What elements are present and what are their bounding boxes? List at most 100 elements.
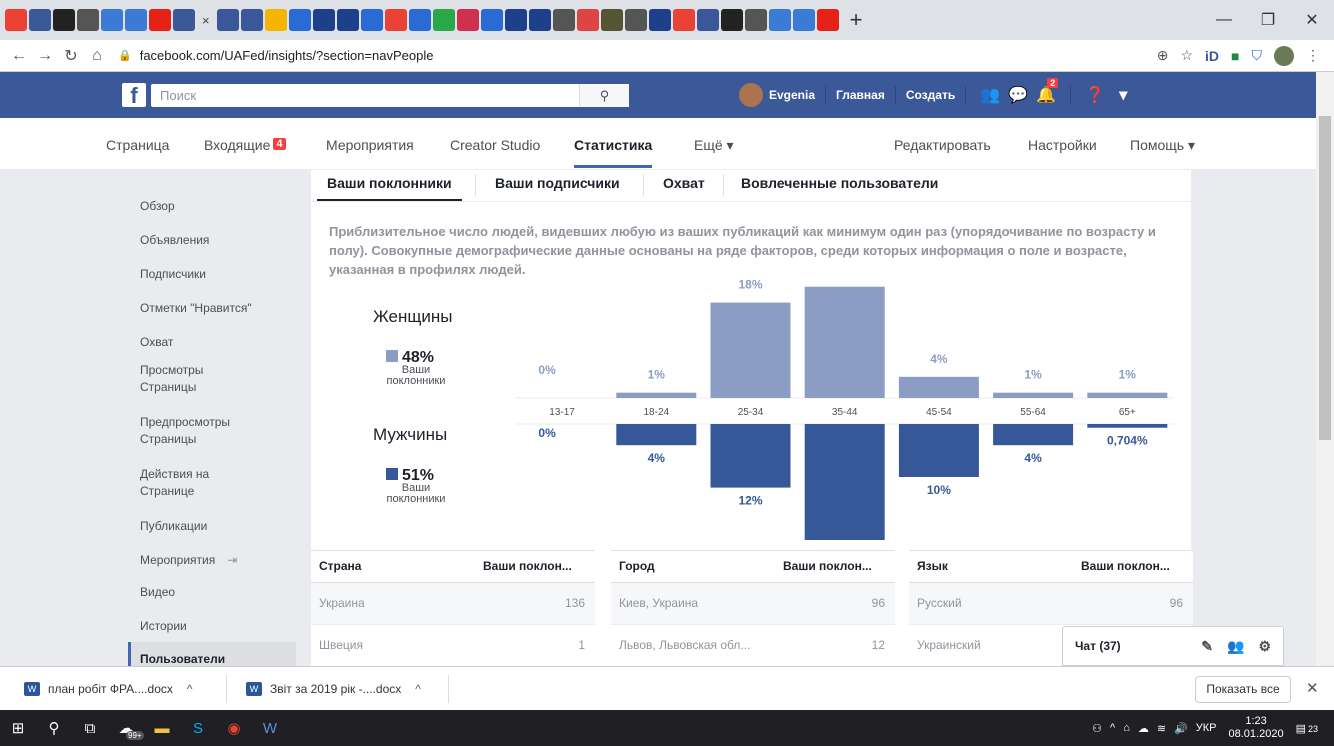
- site-icon[interactable]: [29, 9, 51, 31]
- tab-engaged-users[interactable]: Вовлеченные пользователи: [741, 175, 938, 191]
- pinned-tab-icon[interactable]: [624, 9, 647, 31]
- create-link[interactable]: Создать: [906, 88, 955, 102]
- task-view-icon[interactable]: ⧉: [72, 720, 108, 737]
- sidebar-item-followers[interactable]: Подписчики: [140, 266, 206, 283]
- site-icon[interactable]: [101, 9, 123, 31]
- nav-creator-studio[interactable]: Creator Studio: [450, 137, 540, 153]
- back-icon[interactable]: ←: [6, 47, 32, 65]
- table-header[interactable]: Город: [611, 550, 775, 583]
- sidebar-item-likes[interactable]: Отметки "Нравится": [140, 300, 252, 317]
- sidebar-item-ads[interactable]: Объявления: [140, 232, 209, 249]
- pinned-tab-icon[interactable]: [528, 9, 551, 31]
- minimize-icon[interactable]: —: [1202, 0, 1246, 40]
- windows-start-icon[interactable]: ⊞: [0, 719, 36, 737]
- chat-bar[interactable]: Чат (37) ✎ 👥 ⚙: [1062, 626, 1284, 666]
- notifications-icon[interactable]: 🔔 2: [1032, 78, 1060, 105]
- nav-edit[interactable]: Редактировать: [894, 137, 991, 153]
- site-icon[interactable]: [77, 9, 99, 31]
- scrollbar-thumb[interactable]: [1319, 116, 1331, 440]
- compose-icon[interactable]: ✎: [1201, 638, 1213, 655]
- chevron-up-icon[interactable]: ^: [187, 682, 193, 696]
- nav-statistics[interactable]: Статистика: [574, 137, 653, 168]
- pinned-tab-icon[interactable]: [768, 9, 791, 31]
- pinned-tab-icon[interactable]: [576, 9, 599, 31]
- pinned-tab-icon[interactable]: [504, 9, 527, 31]
- sidebar-item-page-previews[interactable]: Предпросмотры Страницы: [140, 414, 250, 448]
- pinned-tab-icon[interactable]: [360, 9, 383, 31]
- pinned-tab-icon[interactable]: [792, 9, 815, 31]
- menu-dots-icon[interactable]: ⋮: [1306, 47, 1320, 64]
- volume-icon[interactable]: 🔊: [1174, 722, 1188, 735]
- site-icon[interactable]: [125, 9, 147, 31]
- table-header[interactable]: Ваши поклон...: [1073, 550, 1193, 583]
- sidebar-item-page-actions[interactable]: Действия на Странице: [140, 466, 250, 500]
- help-icon[interactable]: ❓: [1081, 85, 1109, 105]
- new-tab-button[interactable]: +: [850, 9, 863, 31]
- clock[interactable]: 1:23 08.01.2020: [1229, 715, 1284, 741]
- gmail-icon[interactable]: [5, 9, 27, 31]
- reload-icon[interactable]: ↻: [58, 46, 84, 66]
- tab-your-fans[interactable]: Ваши поклонники: [317, 175, 462, 201]
- cloud-icon[interactable]: ☁: [1138, 722, 1149, 735]
- gear-icon[interactable]: ⚙: [1258, 638, 1271, 655]
- pinned-tab-icon[interactable]: [648, 9, 671, 31]
- scrollbar[interactable]: [1316, 72, 1334, 666]
- pinned-tab-icon[interactable]: [240, 9, 263, 31]
- pinned-tab-icon[interactable]: [552, 9, 575, 31]
- zoom-icon[interactable]: ⊕: [1157, 47, 1169, 64]
- nav-more[interactable]: Ещё ▾: [694, 137, 734, 154]
- search-input[interactable]: Поиск ⚲: [151, 84, 629, 107]
- chrome-icon[interactable]: ◉: [216, 719, 252, 737]
- home-link[interactable]: Главная: [836, 88, 885, 102]
- extension-icon[interactable]: iD: [1205, 48, 1219, 64]
- youtube-icon[interactable]: [149, 9, 171, 31]
- chevron-up-icon[interactable]: ^: [415, 682, 421, 696]
- word-icon[interactable]: W: [252, 720, 288, 737]
- pinned-tab-icon[interactable]: [288, 9, 311, 31]
- table-header[interactable]: Язык: [909, 550, 1073, 583]
- table-header[interactable]: Страна: [311, 550, 475, 583]
- tab-reach[interactable]: Охват: [663, 175, 705, 191]
- download-item[interactable]: W Звіт за 2019 рік -....docx ^: [222, 667, 421, 711]
- sidebar-item-overview[interactable]: Обзор: [140, 198, 175, 215]
- pinned-tab-icon[interactable]: [408, 9, 431, 31]
- pinned-tab-icon[interactable]: [456, 9, 479, 31]
- bookmark-star-icon[interactable]: ☆: [1180, 47, 1193, 64]
- pinned-tab-icon[interactable]: [480, 9, 503, 31]
- facebook-logo[interactable]: f: [122, 83, 146, 108]
- restore-icon[interactable]: ❐: [1246, 0, 1290, 40]
- nav-page[interactable]: Страница: [106, 137, 169, 153]
- sidebar-item-posts[interactable]: Публикации: [140, 518, 207, 535]
- facebook-icon[interactable]: [173, 9, 195, 31]
- profile-avatar[interactable]: [1274, 45, 1294, 66]
- network-icon[interactable]: ⌂: [1123, 722, 1130, 734]
- shield-icon[interactable]: ⛉: [1252, 47, 1263, 64]
- people-icon[interactable]: ⚇: [1092, 722, 1102, 735]
- close-tab-icon[interactable]: ×: [202, 13, 210, 28]
- pinned-tab-icon[interactable]: [696, 9, 719, 31]
- pinned-tab-icon[interactable]: [216, 9, 239, 31]
- friends-icon[interactable]: 👥: [976, 85, 1004, 105]
- extension-icon[interactable]: ■: [1231, 48, 1239, 64]
- pinned-tab-icon[interactable]: [672, 9, 695, 31]
- wifi-icon[interactable]: ≋: [1157, 722, 1166, 735]
- messenger-icon[interactable]: 💬: [1004, 85, 1032, 105]
- pinned-tab-icon[interactable]: [816, 9, 839, 31]
- user-name-link[interactable]: Evgenia: [769, 88, 815, 102]
- app-icon[interactable]: ☁ 99+: [108, 719, 144, 740]
- search-icon[interactable]: ⚲: [36, 719, 72, 737]
- nav-events[interactable]: Мероприятия: [326, 137, 414, 153]
- url-text[interactable]: facebook.com/UAFed/insights/?section=nav…: [140, 48, 434, 63]
- pinned-tab-icon[interactable]: [432, 9, 455, 31]
- pinned-tab-icon[interactable]: [264, 9, 287, 31]
- nav-settings[interactable]: Настройки: [1028, 137, 1097, 153]
- search-icon[interactable]: ⚲: [579, 84, 629, 107]
- pinned-tab-icon[interactable]: [336, 9, 359, 31]
- notifications-icon[interactable]: ▤ 23: [1296, 722, 1322, 735]
- pinned-tab-icon[interactable]: [720, 9, 743, 31]
- home-icon[interactable]: ⌂: [84, 47, 110, 65]
- chevron-up-icon[interactable]: ^: [1110, 722, 1115, 734]
- download-item[interactable]: W план робіт ФРА....docx ^: [0, 667, 193, 711]
- sidebar-item-video[interactable]: Видео: [140, 584, 175, 601]
- avatar[interactable]: [739, 83, 763, 107]
